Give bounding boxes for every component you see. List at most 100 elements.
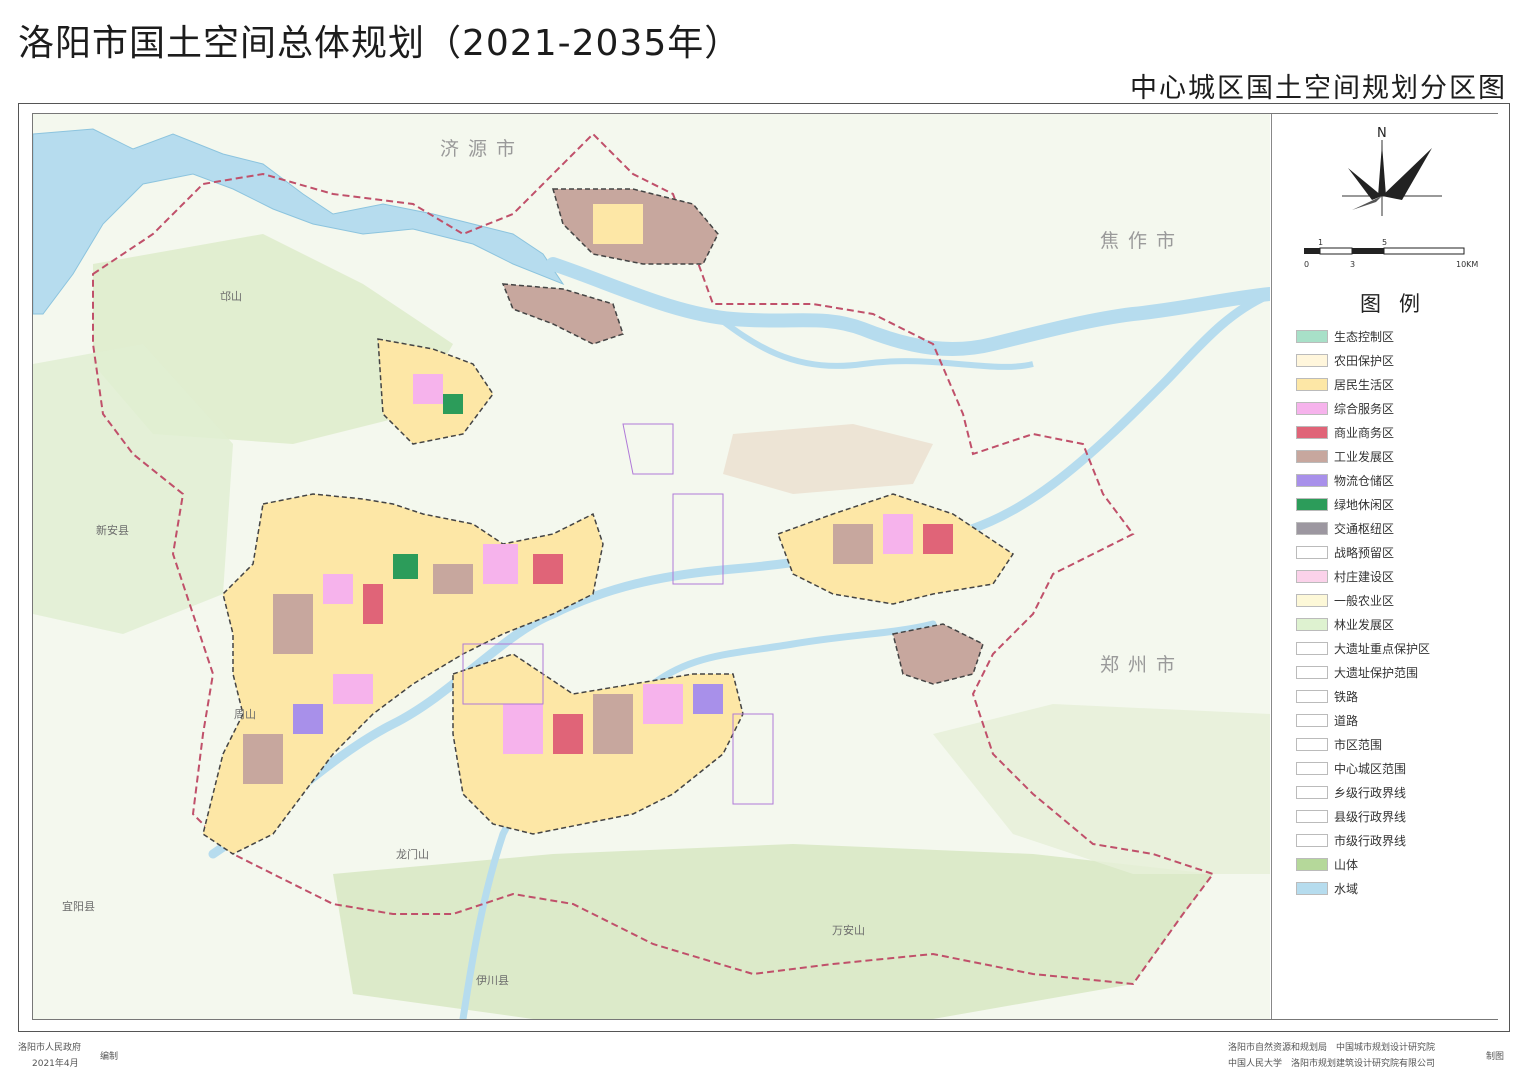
legend-swatch xyxy=(1296,569,1328,583)
service-patch xyxy=(883,514,913,554)
legend-item: 村庄建设区 xyxy=(1296,568,1394,584)
legend-item: 水域 xyxy=(1296,880,1358,896)
legend-label: 综合服务区 xyxy=(1334,401,1395,416)
legend-swatch xyxy=(1296,785,1328,799)
service-patch xyxy=(503,704,543,754)
legend-panel: N 0 1 3 5 10KM 图例 生态控制区农田保护区居民生活区综合服务区商业… xyxy=(1271,114,1498,1019)
legend-swatch xyxy=(1296,521,1328,535)
green-patch xyxy=(393,554,418,579)
commerce-patch xyxy=(923,524,953,554)
industrial-patch xyxy=(273,594,313,654)
footer-drawn: 制图 xyxy=(1486,1052,1505,1062)
legend-label: 绿地休闲区 xyxy=(1334,497,1395,512)
legend-swatch xyxy=(1296,881,1328,895)
north-label: N xyxy=(1377,126,1387,141)
legend-label: 商业商务区 xyxy=(1334,425,1395,440)
legend-item: 市级行政界线 xyxy=(1296,832,1406,848)
legend-item: 山体 xyxy=(1296,856,1358,872)
industrial-patch xyxy=(593,694,633,754)
legend-label: 道路 xyxy=(1334,713,1359,728)
industrial-patch xyxy=(433,564,473,594)
service-patch xyxy=(483,544,518,584)
service-patch xyxy=(413,374,443,404)
legend-label: 林业发展区 xyxy=(1334,617,1395,632)
planning-map xyxy=(33,114,1270,1019)
map-title: 洛阳市国土空间总体规划（2021-2035年） xyxy=(18,23,742,64)
county-label-yichuan: 伊川县 xyxy=(476,974,509,987)
mountain-label-longmen: 龙门山 xyxy=(396,848,429,861)
footer-org: 洛阳市人民政府 xyxy=(18,1043,82,1053)
legend-item: 大遗址保护范围 xyxy=(1296,664,1418,680)
county-label-yiyang: 宜阳县 xyxy=(62,900,95,913)
scale-label-10km: 10KM xyxy=(1456,260,1479,269)
service-patch xyxy=(643,684,683,724)
scale-label-1: 1 xyxy=(1318,238,1324,247)
legend-label: 农田保护区 xyxy=(1334,353,1395,368)
city-label-jiyuan: 济源市 xyxy=(440,138,525,160)
legend-item: 中心城区范围 xyxy=(1296,760,1406,776)
legend-swatch xyxy=(1296,665,1328,679)
legend-label: 村庄建设区 xyxy=(1334,569,1395,584)
legend-swatch xyxy=(1296,857,1328,871)
legend-label: 山体 xyxy=(1334,857,1359,872)
scale-label-5: 5 xyxy=(1382,238,1388,247)
legend-label: 物流仓储区 xyxy=(1334,473,1395,488)
legend-swatch xyxy=(1296,449,1328,463)
legend-item: 商业商务区 xyxy=(1296,424,1394,440)
legend-swatch xyxy=(1296,377,1328,391)
legend-swatch xyxy=(1296,497,1328,511)
industrial-patch xyxy=(243,734,283,784)
legend-label: 工业发展区 xyxy=(1334,449,1395,464)
legend-label: 大遗址保护范围 xyxy=(1334,665,1419,680)
legend-label: 乡级行政界线 xyxy=(1334,785,1407,800)
industrial-patch xyxy=(833,524,873,564)
commerce-patch xyxy=(363,584,383,624)
legend-swatch xyxy=(1296,401,1328,415)
legend-item: 乡级行政界线 xyxy=(1296,784,1406,800)
legend-label: 水域 xyxy=(1334,881,1359,896)
legend-swatch xyxy=(1296,353,1328,367)
legend-swatch xyxy=(1296,737,1328,751)
legend-item: 农田保护区 xyxy=(1296,352,1394,368)
legend-item: 县级行政界线 xyxy=(1296,808,1406,824)
legend-label: 铁路 xyxy=(1334,689,1359,704)
legend-swatch xyxy=(1296,473,1328,487)
legend-item: 综合服务区 xyxy=(1296,400,1394,416)
legend-label: 县级行政界线 xyxy=(1334,809,1407,824)
legend-label: 战略预留区 xyxy=(1334,545,1395,560)
logistics-patch xyxy=(693,684,723,714)
service-patch xyxy=(333,674,373,704)
legend-label: 生态控制区 xyxy=(1334,329,1395,344)
legend-item: 道路 xyxy=(1296,712,1358,728)
legend-item: 生态控制区 xyxy=(1296,328,1394,344)
legend-swatch xyxy=(1296,329,1328,343)
footer-compiled: 编制 xyxy=(100,1052,119,1062)
legend-label: 交通枢纽区 xyxy=(1334,521,1395,536)
legend-label: 居民生活区 xyxy=(1334,377,1395,392)
legend-item: 绿地休闲区 xyxy=(1296,496,1394,512)
legend-swatch xyxy=(1296,617,1328,631)
legend-item: 市区范围 xyxy=(1296,736,1382,752)
legend-title: 图例 xyxy=(1360,292,1438,316)
legend-swatch xyxy=(1296,425,1328,439)
legend-swatch xyxy=(1296,761,1328,775)
legend-swatch xyxy=(1296,713,1328,727)
legend-item: 铁路 xyxy=(1296,688,1358,704)
county-label-xinan: 新安县 xyxy=(96,524,129,537)
legend-label: 一般农业区 xyxy=(1334,593,1395,608)
residential-patch xyxy=(593,204,643,244)
mountain-label-wanan: 万安山 xyxy=(832,924,865,937)
legend-swatch xyxy=(1296,689,1328,703)
legend-label: 市级行政界线 xyxy=(1334,833,1407,848)
scale-label-3: 3 xyxy=(1350,260,1356,269)
legend-swatch xyxy=(1296,833,1328,847)
footer-orgs-line2: 中国人民大学 洛阳市规划建筑设计研究院有限公司 xyxy=(1228,1059,1436,1069)
city-label-zhengzhou: 郑州市 xyxy=(1100,654,1185,676)
legend-item: 交通枢纽区 xyxy=(1296,520,1394,536)
commerce-patch xyxy=(533,554,563,584)
legend-label: 市区范围 xyxy=(1334,737,1383,752)
city-label-jiaozuo: 焦作市 xyxy=(1100,230,1185,252)
scale-label-0: 0 xyxy=(1304,260,1310,269)
green-patch xyxy=(443,394,463,414)
footer-date: 2021年4月 xyxy=(32,1059,79,1069)
